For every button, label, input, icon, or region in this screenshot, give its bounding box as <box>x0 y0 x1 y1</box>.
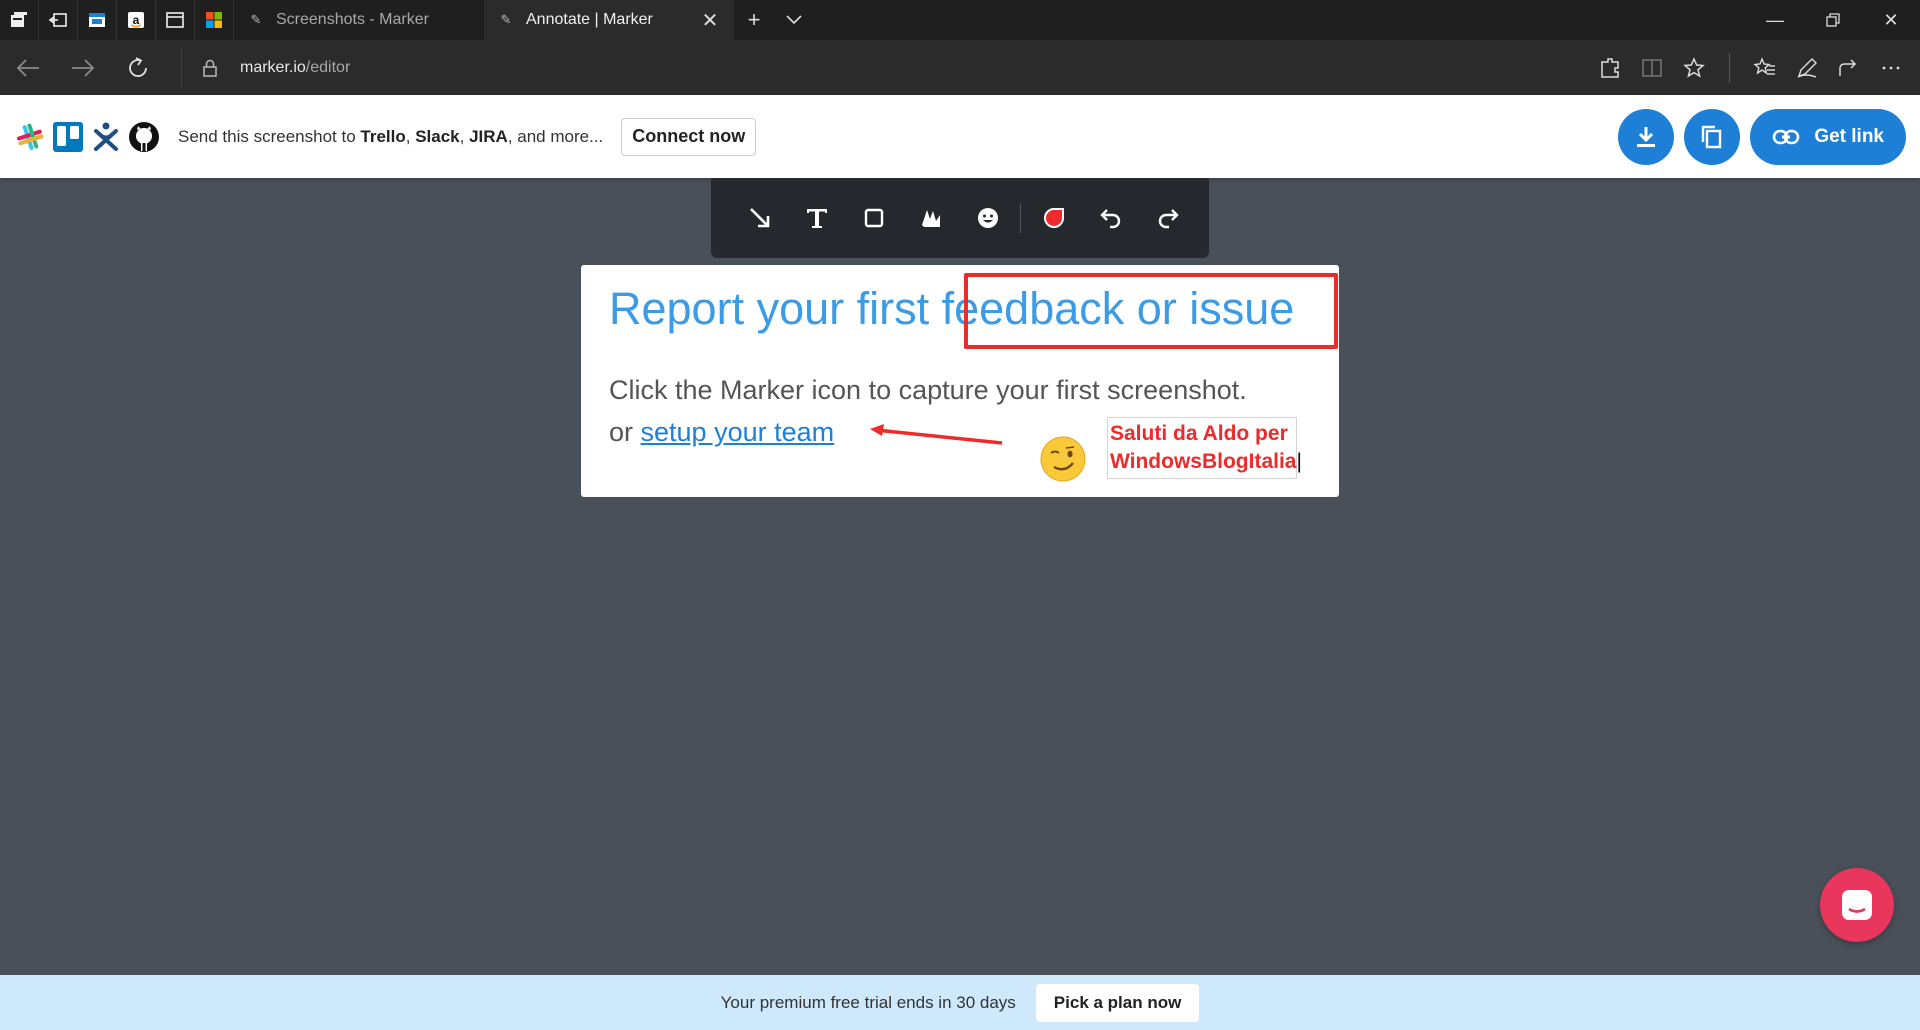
tab-annotate[interactable]: ✎ Annotate | Marker ✕ <box>484 0 734 40</box>
restore-icon[interactable] <box>1804 0 1862 40</box>
send-screenshot-text: Send this screenshot to Trello, Slack, J… <box>178 126 604 146</box>
annotation-toolbar <box>711 178 1209 258</box>
set-aside-icon[interactable] <box>39 0 78 40</box>
download-button[interactable] <box>1618 108 1675 165</box>
redo-icon[interactable] <box>1139 178 1196 258</box>
color-picker-icon[interactable] <box>1025 178 1082 258</box>
card-instruction: Click the Marker icon to capture your fi… <box>609 375 1247 405</box>
more-options-icon[interactable] <box>1870 40 1912 95</box>
amazon-icon[interactable]: a <box>117 0 156 40</box>
back-arrow-icon[interactable] <box>0 40 55 95</box>
emoji-tool-icon[interactable] <box>959 178 1016 258</box>
winking-emoji-icon[interactable] <box>1039 435 1087 483</box>
favorite-star-icon[interactable] <box>1673 40 1715 95</box>
setup-team-link[interactable]: setup your team <box>641 417 835 447</box>
microsoft-store-icon[interactable] <box>195 0 234 40</box>
text-tool-icon[interactable] <box>788 178 845 258</box>
lock-icon <box>190 58 230 78</box>
chat-support-button[interactable] <box>1820 868 1894 942</box>
annotation-line: WindowsBlogItalia| <box>1110 450 1302 473</box>
github-icon <box>129 121 159 152</box>
reading-view-icon[interactable] <box>1631 40 1673 95</box>
screenshot-canvas[interactable]: Report your first feedback or issue Clic… <box>581 265 1339 497</box>
favorites-hub-icon[interactable] <box>1744 40 1786 95</box>
trial-text: Your premium free trial ends in 30 days <box>720 992 1016 1012</box>
download-icon <box>1637 126 1656 147</box>
card-setup-line: or setup your team <box>609 417 835 447</box>
browser-titlebar: a ✎ Screenshots - Marker ✎ Annotate | Ma… <box>0 0 1920 40</box>
tab-label: Screenshots - Marker <box>276 11 429 28</box>
pinned-tabs: a <box>0 0 234 40</box>
tab-manager-icon[interactable] <box>0 0 39 40</box>
pen-notes-icon[interactable] <box>1786 40 1828 95</box>
copy-icon <box>1702 125 1722 148</box>
toolbar-divider <box>1020 203 1021 233</box>
url-field[interactable]: marker.io/editor <box>181 47 351 88</box>
marker-favicon-icon: ✎ <box>500 12 512 27</box>
text-annotation[interactable]: Saluti da Aldo per WindowsBlogItalia| <box>1107 417 1302 479</box>
rectangle-tool-icon[interactable] <box>845 178 902 258</box>
blur-tool-icon[interactable] <box>902 178 959 258</box>
connect-now-button[interactable]: Connect now <box>621 117 757 156</box>
minimize-icon[interactable]: — <box>1746 0 1804 40</box>
get-link-label: Get link <box>1814 125 1884 147</box>
copy-button[interactable] <box>1684 108 1741 165</box>
trello-icon <box>53 121 83 152</box>
address-bar: marker.io/editor <box>0 40 1920 95</box>
link-icon <box>1773 129 1800 144</box>
extension-icon[interactable] <box>1589 40 1631 95</box>
annotation-line: Saluti da Aldo per <box>1110 422 1288 445</box>
toolbar-divider <box>1729 52 1730 83</box>
marker-favicon-icon: ✎ <box>250 12 262 27</box>
trial-banner: Your premium free trial ends in 30 days … <box>0 975 1920 1030</box>
tab-screenshots[interactable]: ✎ Screenshots - Marker <box>234 0 484 40</box>
browser-toolbar <box>1589 40 1920 95</box>
get-link-button[interactable]: Get link <box>1750 108 1906 165</box>
new-tab-icon[interactable]: + <box>734 0 774 40</box>
export-actions: Get link <box>1618 108 1906 165</box>
integration-logos <box>14 121 160 153</box>
refresh-icon[interactable] <box>110 40 165 95</box>
undo-icon[interactable] <box>1082 178 1139 258</box>
window-controls: — ✕ <box>1746 0 1920 40</box>
forward-arrow-icon[interactable] <box>55 40 110 95</box>
arrow-tool-icon[interactable] <box>731 178 788 258</box>
tab-list-chevron-icon[interactable] <box>774 0 814 40</box>
chat-icon <box>1842 890 1872 920</box>
jira-icon <box>94 122 118 151</box>
tab-label: Annotate | Marker <box>526 11 653 28</box>
marker-topbar: Send this screenshot to Trello, Slack, J… <box>0 95 1920 178</box>
pick-plan-button[interactable]: Pick a plan now <box>1035 983 1200 1022</box>
close-window-icon[interactable]: ✕ <box>1862 0 1920 40</box>
url-text: marker.io/editor <box>240 58 351 76</box>
rectangle-annotation[interactable] <box>964 273 1338 349</box>
close-tab-icon[interactable]: ✕ <box>700 8 720 33</box>
mail-app-icon[interactable] <box>78 0 117 40</box>
svg-text:a: a <box>133 13 140 27</box>
window-icon[interactable] <box>156 0 195 40</box>
slack-icon <box>16 123 44 150</box>
arrow-annotation[interactable] <box>866 423 1006 447</box>
share-icon[interactable] <box>1828 40 1870 95</box>
